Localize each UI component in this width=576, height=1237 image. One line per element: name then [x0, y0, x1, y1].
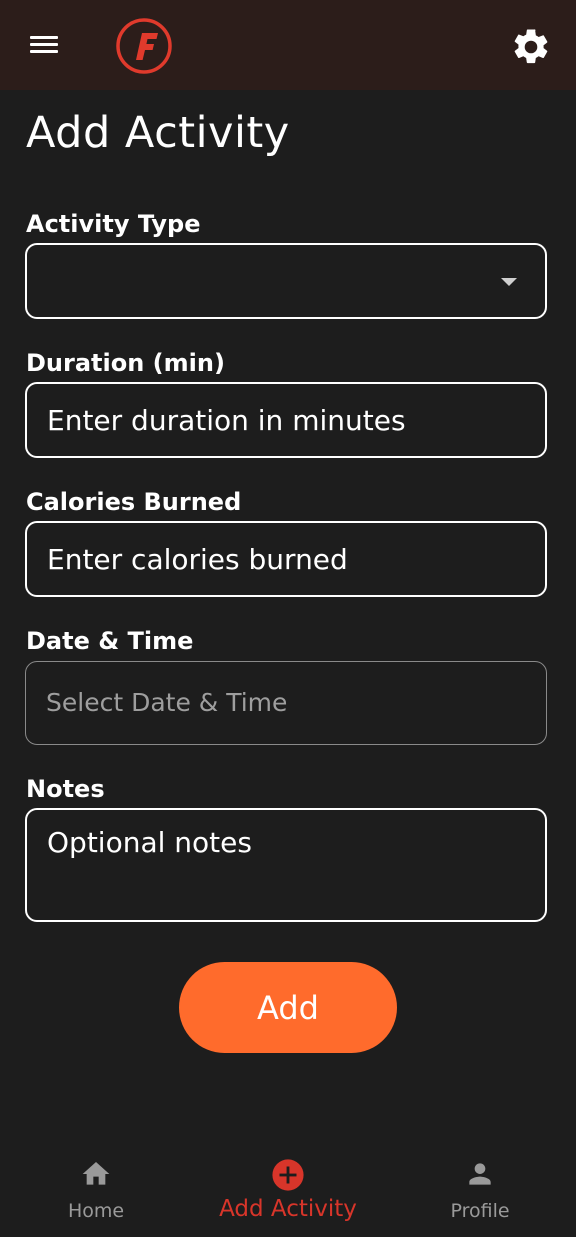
person-icon — [469, 1163, 491, 1185]
menu-line — [30, 50, 58, 53]
notes-input[interactable] — [27, 810, 545, 920]
home-icon — [82, 1162, 110, 1185]
page-title: Add Activity — [26, 108, 290, 158]
f-logo-icon — [116, 18, 172, 74]
duration-field — [25, 382, 547, 458]
activity-type-select[interactable] — [25, 243, 547, 319]
menu-button[interactable] — [26, 30, 62, 60]
calories-field — [25, 521, 547, 597]
duration-input[interactable] — [27, 384, 545, 456]
nav-label-add-activity: Add Activity — [219, 1196, 357, 1222]
datetime-label: Date & Time — [26, 627, 194, 655]
nav-label-home: Home — [67, 1200, 125, 1222]
menu-line — [30, 36, 58, 39]
nav-label-profile: Profile — [450, 1200, 510, 1222]
activity-type-label: Activity Type — [26, 210, 201, 238]
datetime-placeholder: Select Date & Time — [46, 688, 288, 717]
menu-line — [30, 43, 58, 46]
top-app-bar — [0, 0, 576, 90]
calories-input[interactable] — [27, 523, 545, 595]
dropdown-caret-icon — [501, 278, 517, 286]
duration-label: Duration (min) — [26, 349, 225, 377]
notes-field — [25, 808, 547, 922]
nav-item-profile[interactable]: Profile — [384, 1140, 576, 1237]
calories-label: Calories Burned — [26, 488, 242, 516]
add-button[interactable]: Add — [179, 962, 397, 1053]
gear-icon[interactable] — [510, 26, 552, 68]
bottom-navigation: Home Add Activity Profile — [0, 1140, 576, 1237]
nav-item-add-activity[interactable]: Add Activity — [192, 1140, 384, 1237]
add-circle-icon — [272, 1159, 304, 1191]
nav-item-home[interactable]: Home — [0, 1140, 192, 1237]
datetime-picker[interactable]: Select Date & Time — [25, 661, 547, 745]
notes-label: Notes — [26, 775, 105, 803]
